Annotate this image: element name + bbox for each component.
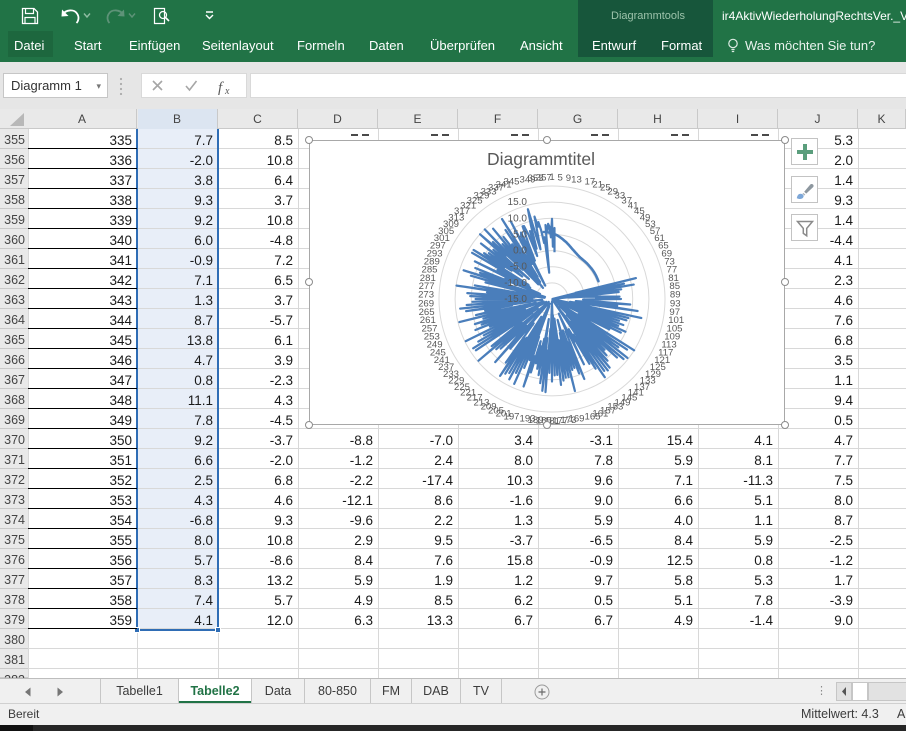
svg-text:0.0: 0.0 <box>513 246 527 257</box>
svg-text:13: 13 <box>571 175 582 186</box>
svg-text:15.0: 15.0 <box>508 197 528 208</box>
svg-text:165: 165 <box>585 411 601 422</box>
svg-text:5: 5 <box>558 172 563 183</box>
svg-text:345: 345 <box>503 177 519 188</box>
svg-text:5.0: 5.0 <box>513 229 527 240</box>
svg-text:x: x <box>224 86 230 96</box>
svg-text:f: f <box>218 80 224 96</box>
svg-text:-5.0: -5.0 <box>510 262 528 273</box>
svg-text:Diagrammtitel: Diagrammtitel <box>487 149 595 169</box>
svg-text:-15.0: -15.0 <box>504 294 527 305</box>
svg-text:-10.0: -10.0 <box>504 278 527 289</box>
svg-text:357: 357 <box>536 172 552 183</box>
svg-text:193: 193 <box>519 413 535 424</box>
svg-text:10.0: 10.0 <box>508 213 528 224</box>
